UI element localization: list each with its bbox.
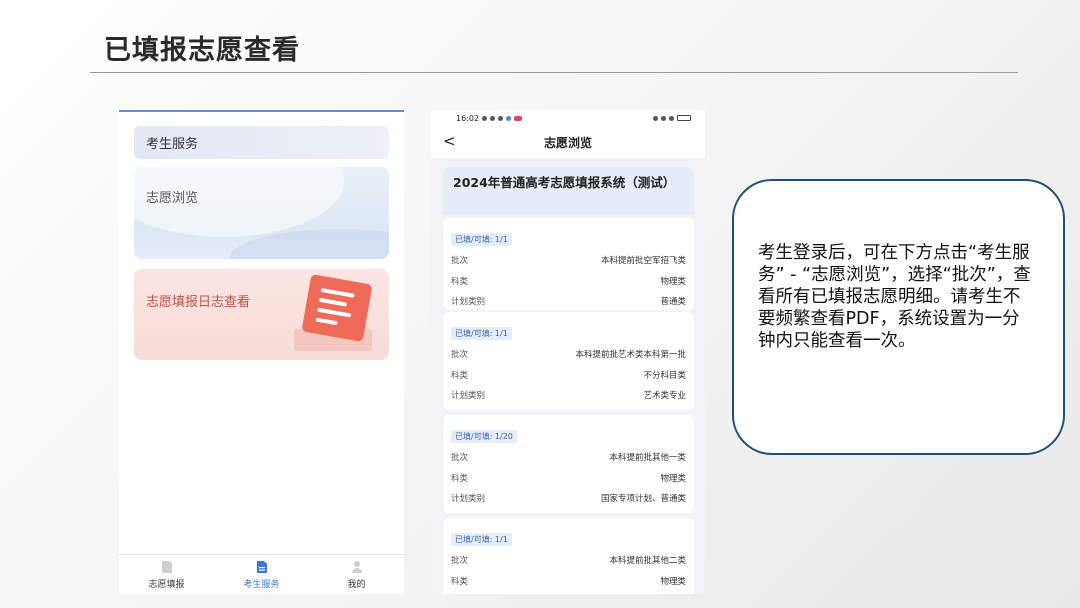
row-label: 计划类别	[451, 297, 486, 308]
notification-icon	[498, 115, 504, 121]
row-label: 批次	[451, 453, 469, 464]
row-label: 科类	[451, 370, 469, 381]
entry-row: 计划类别 普通类	[451, 291, 686, 312]
entry-row: 计划类别 艺术类专业	[451, 385, 686, 406]
row-value: 不分科目类	[643, 370, 686, 381]
notification-icon	[514, 115, 523, 121]
log-card-label: 志愿填报日志查看	[146, 295, 251, 310]
file-icon	[161, 560, 172, 573]
row-value: 艺术类专业	[643, 391, 686, 402]
user-icon	[351, 560, 362, 573]
row-value: 物理类	[660, 276, 686, 287]
entry-row: 批次 本科提前批其他一类	[451, 447, 686, 468]
entry-row: 批次 本科提前批艺术类本科第一批	[451, 344, 686, 365]
nav-bar: < 志愿浏览	[431, 126, 705, 158]
row-value: 本科提前批其他二类	[609, 556, 686, 567]
title-divider	[90, 72, 1018, 73]
tab-label: 考生服务	[243, 579, 280, 590]
row-label: 批次	[451, 256, 469, 267]
tab-student-services[interactable]: 考生服务	[214, 555, 309, 594]
row-value: 普通类	[660, 297, 686, 308]
volunteer-entry[interactable]: 已填/可填: 1/20 批次 本科提前批其他一类 科类 物理类 计划类别 国家专项计划…	[443, 415, 694, 513]
row-value: 物理类	[660, 576, 686, 587]
battery-icon	[677, 115, 691, 121]
nav-title: 志愿浏览	[543, 135, 592, 150]
row-label: 科类	[451, 276, 469, 287]
row-label: 计划类别	[451, 494, 486, 505]
row-label: 计划类别	[451, 391, 486, 402]
status-time: 16:02	[456, 113, 480, 123]
entry-row: 科类 物理类	[451, 468, 686, 489]
slide-title: 已填报志愿查看	[104, 35, 300, 66]
tab-fill-volunteer[interactable]: 志愿填报	[119, 555, 214, 594]
fill-count-badge: 已填/可填: 1/1	[451, 327, 512, 340]
entry-row: 批次 本科提前批空军招飞类	[451, 250, 686, 271]
system-title: 2024年普通高考志愿填报系统（测试）	[443, 167, 694, 215]
bottom-tab-bar: 志愿填报 考生服务 我的	[119, 554, 404, 594]
phone-screen-browse: 16:02 < 志愿浏览 2024年普通高考志愿填报系统（测试） 已填/可填: …	[431, 110, 705, 594]
notification-icon	[482, 115, 488, 121]
signal-icon	[669, 115, 674, 121]
alarm-icon	[653, 115, 658, 121]
bluetooth-icon	[661, 115, 666, 121]
tab-label: 我的	[347, 579, 366, 590]
status-bar: 16:02	[431, 110, 705, 126]
tab-label: 志愿填报	[148, 579, 185, 590]
notification-icon	[490, 115, 496, 121]
row-value: 本科提前批空军招飞类	[600, 256, 686, 267]
browse-card-label: 志愿浏览	[146, 191, 199, 206]
document-icon	[301, 274, 373, 342]
fill-count-badge: 已填/可填: 1/1	[451, 533, 512, 546]
file-icon	[256, 560, 267, 573]
row-value: 本科提前批其他一类	[609, 453, 686, 464]
phone-screen-services: 考生服务 志愿浏览 志愿填报日志查看 志愿填报 考生服务 我的	[119, 110, 404, 594]
fill-count-badge: 已填/可填: 1/20	[451, 430, 517, 443]
row-label: 科类	[451, 473, 469, 484]
row-label: 批次	[451, 556, 469, 567]
browse-card[interactable]: 志愿浏览	[134, 167, 389, 259]
fill-count-badge: 已填/可填: 1/1	[451, 233, 512, 246]
tab-mine[interactable]: 我的	[309, 555, 404, 594]
entry-row: 计划类别 国家专项计划、普通类	[451, 488, 686, 509]
entry-row: 科类 不分科目类	[451, 365, 686, 386]
instruction-callout: 考生登录后，可在下方点击“考生服务” - “志愿浏览”，选择“批次”，查看所有已…	[732, 179, 1065, 455]
entry-row: 科类 物理类	[451, 271, 686, 292]
back-icon[interactable]: <	[443, 132, 456, 150]
row-value: 物理类	[660, 473, 686, 484]
entry-row: 批次 本科提前批其他二类	[451, 550, 686, 571]
log-card[interactable]: 志愿填报日志查看	[134, 269, 389, 360]
instruction-text: 考生登录后，可在下方点击“考生服务” - “志愿浏览”，选择“批次”，查看所有已…	[758, 243, 1031, 351]
volunteer-entry[interactable]: 已填/可填: 1/1 批次 本科提前批其他二类 科类 物理类	[443, 518, 694, 594]
row-value: 国家专项计划、普通类	[600, 494, 686, 505]
row-label: 科类	[451, 576, 469, 587]
notification-icon	[506, 115, 512, 121]
student-services-label: 考生服务	[146, 137, 199, 152]
volunteer-entry[interactable]: 已填/可填: 1/1 批次 本科提前批艺术类本科第一批 科类 不分科目类 计划类别 艺…	[443, 312, 694, 410]
row-label: 批次	[451, 350, 469, 361]
entry-row: 科类 物理类	[451, 571, 686, 592]
student-services-header: 考生服务	[134, 126, 389, 159]
row-value: 本科提前批艺术类本科第一批	[575, 350, 686, 361]
volunteer-entry[interactable]: 已填/可填: 1/1 批次 本科提前批空军招飞类 科类 物理类 计划类别 普通类	[443, 218, 694, 310]
